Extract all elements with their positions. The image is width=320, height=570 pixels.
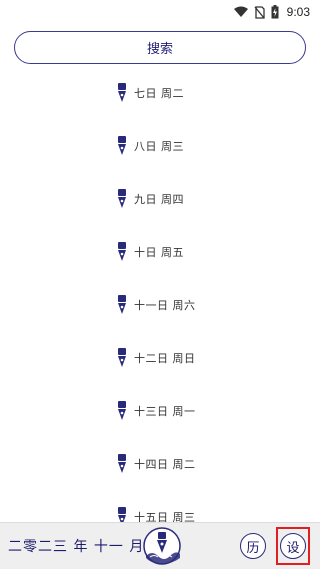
- date-item[interactable]: 九日 周四: [116, 188, 184, 210]
- date-item[interactable]: 十一日 周六: [116, 294, 196, 316]
- date-item[interactable]: 七日 周二: [116, 82, 184, 104]
- date-item[interactable]: 十二日 周日: [116, 347, 196, 369]
- fountain-pen-icon: [116, 82, 128, 104]
- search-button-label: 搜索: [146, 42, 173, 57]
- year-month-label[interactable]: 二零二三 年 十一 月: [8, 536, 144, 556]
- date-label: 十日 周五: [134, 246, 184, 259]
- bottom-bar: 二零二三 年 十一 月 历 设: [0, 522, 320, 569]
- date-item[interactable]: 十四日 周二: [116, 453, 196, 475]
- date-item[interactable]: 十三日 周一: [116, 400, 196, 422]
- fountain-pen-icon: [116, 135, 128, 157]
- date-list[interactable]: 七日 周二 八日 周三 九日 周四 十日 周五 十一日 周六 十二日 周日 十三…: [0, 74, 320, 524]
- fountain-pen-icon: [116, 294, 128, 316]
- fountain-pen-icon: [116, 188, 128, 210]
- clock-time: 9:03: [286, 5, 310, 19]
- fountain-pen-icon: [116, 241, 128, 263]
- wifi-icon: [233, 6, 248, 18]
- fountain-pen-icon: [116, 453, 128, 475]
- date-label: 七日 周二: [134, 87, 184, 100]
- search-button[interactable]: 搜索: [14, 31, 306, 64]
- date-label: 十二日 周日: [134, 352, 196, 365]
- date-label: 八日 周三: [134, 140, 184, 153]
- date-item[interactable]: 十日 周五: [116, 241, 184, 263]
- date-label: 十一日 周六: [134, 299, 196, 312]
- battery-charging-icon: [271, 5, 279, 19]
- settings-button[interactable]: 设: [280, 533, 306, 559]
- fountain-pen-icon: [116, 400, 128, 422]
- ink-wave-seal-icon[interactable]: [142, 526, 182, 566]
- date-label: 九日 周四: [134, 193, 184, 206]
- no-sim-icon: [254, 5, 265, 19]
- history-button[interactable]: 历: [240, 533, 266, 559]
- settings-highlight: 设: [276, 527, 310, 565]
- status-bar: 9:03: [0, 0, 320, 24]
- history-button-label: 历: [246, 540, 260, 556]
- date-item[interactable]: 八日 周三: [116, 135, 184, 157]
- settings-button-label: 设: [286, 540, 300, 556]
- date-label: 十三日 周一: [134, 405, 196, 418]
- fountain-pen-icon: [116, 347, 128, 369]
- date-label: 十四日 周二: [134, 458, 196, 471]
